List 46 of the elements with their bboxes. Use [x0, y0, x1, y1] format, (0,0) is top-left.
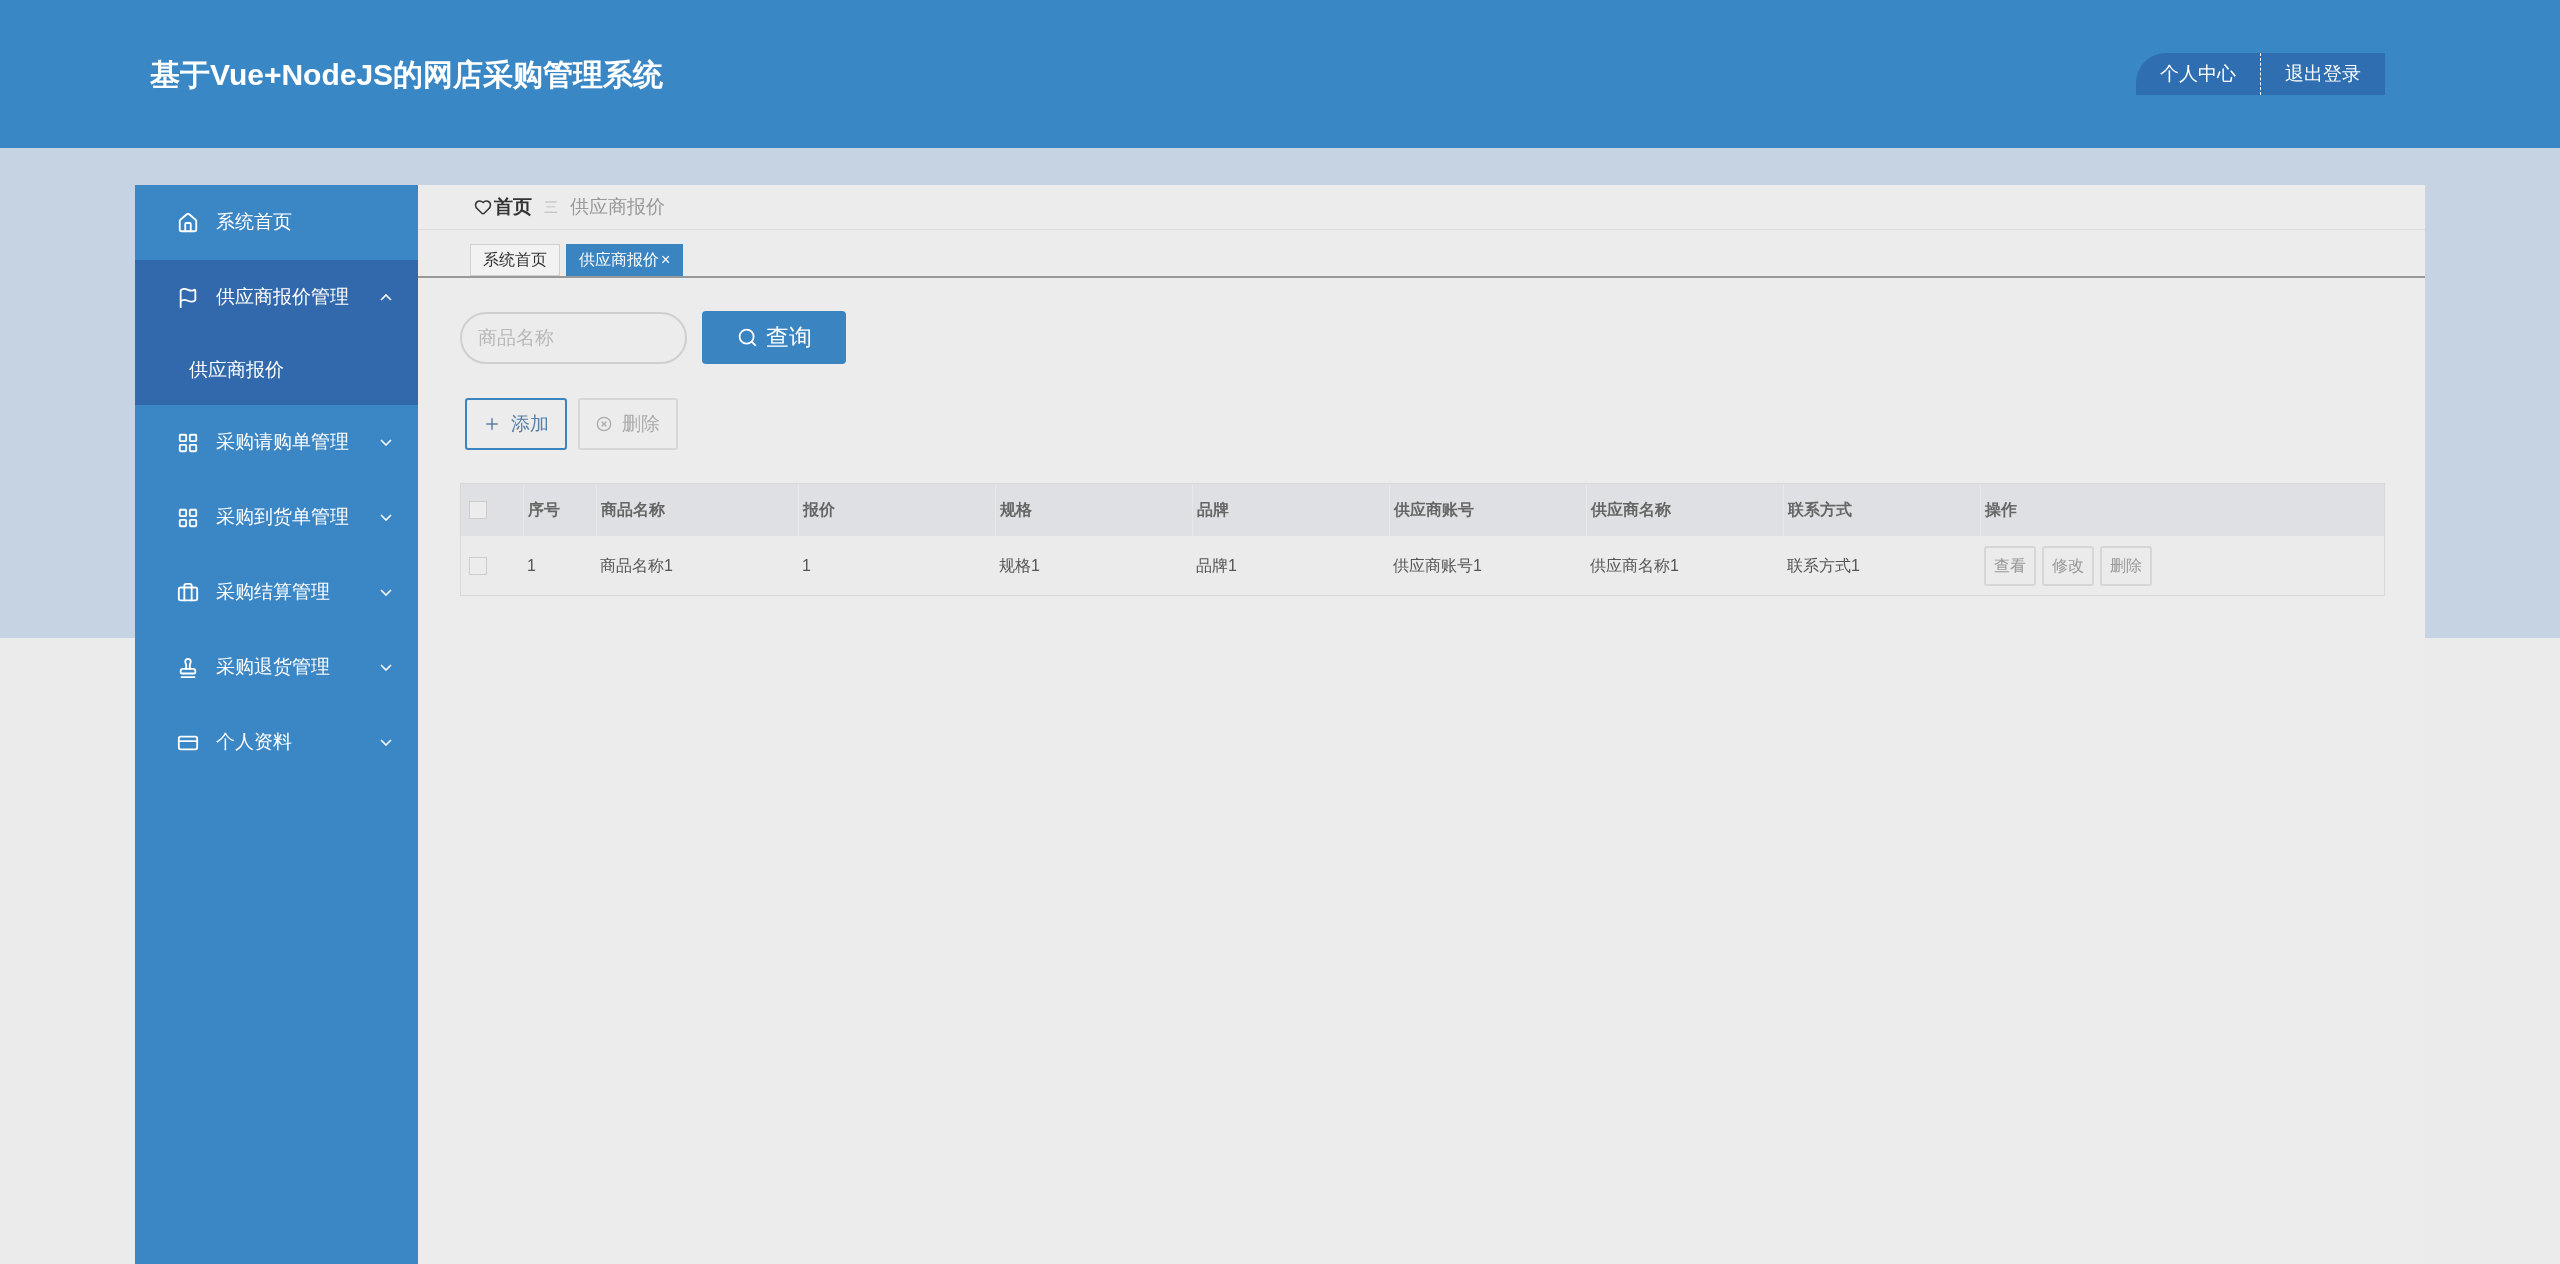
row-action-button[interactable]: 修改 — [2042, 545, 2094, 586]
page-tab[interactable]: 供应商报价× — [566, 244, 684, 276]
search-icon — [736, 327, 758, 348]
menu-item[interactable]: 采购结算管理 — [135, 555, 418, 630]
caret-icon — [380, 439, 392, 446]
table-cell-text: 供应商账号1 — [1392, 555, 1483, 576]
row-action-button[interactable]: 查看 — [1984, 545, 2036, 586]
menu-item[interactable]: 采购到货单管理 — [135, 480, 418, 555]
caret-icon — [380, 589, 392, 596]
table-cell-text: 商品名称1 — [599, 555, 674, 576]
breadcrumb-home[interactable]: 首页 — [494, 192, 532, 222]
table-cell-text: 1 — [801, 555, 812, 576]
table-cell-text: 联系方式1 — [1786, 555, 1861, 576]
caret-icon — [380, 739, 392, 746]
logout-link[interactable]: 退出登录 — [2261, 53, 2385, 95]
grid-icon — [177, 431, 199, 454]
caret-icon — [380, 664, 392, 671]
menu-item[interactable]: 采购请购单管理 — [135, 405, 418, 480]
checkbox[interactable] — [469, 501, 487, 519]
row-action-button[interactable]: 删除 — [2100, 545, 2152, 586]
table-cell-text: 品牌1 — [1195, 555, 1238, 576]
caret-icon — [380, 514, 392, 521]
profile-link[interactable]: 个人中心 — [2136, 53, 2261, 95]
table-cell-text: 规格1 — [998, 555, 1041, 576]
cancel-icon — [596, 416, 612, 432]
checkbox[interactable] — [469, 556, 487, 575]
table-cell-text: 供应商名称1 — [1589, 555, 1680, 576]
stamp-icon — [177, 656, 199, 679]
home-icon — [177, 211, 199, 234]
caret-icon — [380, 294, 392, 301]
heart-icon — [474, 198, 492, 216]
flag-icon — [177, 286, 199, 309]
menu-item[interactable]: 系统首页 — [135, 185, 418, 260]
menu-item[interactable]: 供应商报价管理 — [135, 260, 418, 335]
breadcrumb-current: 供应商报价 — [570, 194, 665, 219]
menu-item[interactable]: 个人资料 — [135, 705, 418, 780]
add-button[interactable]: 添加 — [465, 398, 567, 450]
grid-icon — [177, 506, 199, 529]
search-button[interactable]: 查询 — [702, 311, 846, 364]
menu-item[interactable]: 采购退货管理 — [135, 630, 418, 705]
app-title: 基于Vue+NodeJS的网店采购管理系统 — [150, 56, 664, 93]
table-cell-text: 1 — [526, 555, 537, 576]
close-icon[interactable]: × — [661, 248, 671, 272]
briefcase-icon — [177, 581, 199, 604]
page-tab[interactable]: 系统首页 — [470, 244, 560, 276]
plus-icon — [483, 415, 501, 433]
